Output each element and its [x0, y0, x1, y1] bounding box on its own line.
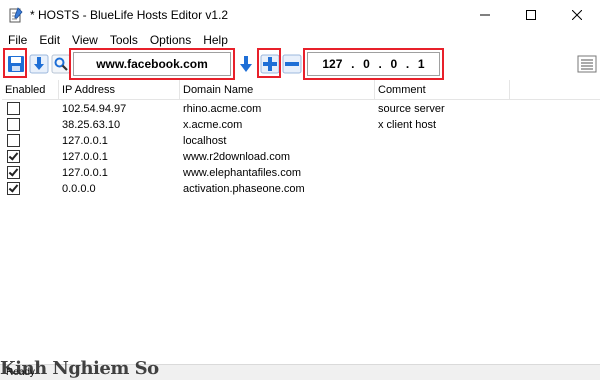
cell-ip-address: 38.25.63.10: [62, 119, 121, 131]
annotation-box-add: [257, 48, 281, 78]
title-bar: * HOSTS - BlueLife Hosts Editor v1.2: [0, 0, 600, 30]
menu-file[interactable]: File: [2, 33, 33, 47]
maximize-icon: [526, 10, 536, 20]
magnifier-icon: [51, 54, 71, 74]
cell-domain-name: activation.phaseone.com: [183, 183, 305, 195]
cell-comment: [375, 181, 510, 197]
close-icon: [572, 10, 582, 20]
cell-comment: [375, 165, 510, 181]
column-header-enabled[interactable]: Enabled: [2, 80, 59, 100]
column-header-comment[interactable]: Comment: [375, 80, 510, 100]
column-header-ip-address[interactable]: IP Address: [59, 80, 180, 100]
annotation-box-hostname: [69, 48, 235, 80]
column-header-domain-name[interactable]: Domain Name: [180, 80, 375, 100]
table-row[interactable]: 102.54.94.97 rhino.acme.com source server: [2, 101, 600, 117]
cell-domain-name: localhost: [183, 135, 227, 147]
apply-down-button[interactable]: [236, 54, 256, 74]
table-row[interactable]: 38.25.63.10 x.acme.com x client host: [2, 117, 600, 133]
list-view-button[interactable]: [577, 54, 597, 74]
checkbox-unchecked[interactable]: [7, 102, 20, 115]
list-icon: [577, 55, 597, 73]
cell-ip-address: 127.0.0.1: [62, 151, 108, 163]
table-header: Enabled IP Address Domain Name Comment: [2, 80, 600, 100]
minimize-icon: [480, 14, 490, 16]
minus-icon: [282, 54, 302, 74]
cell-ip-address: 127.0.0.1: [62, 135, 108, 147]
cell-enabled: [2, 165, 59, 181]
window-title: * HOSTS - BlueLife Hosts Editor v1.2: [30, 8, 229, 22]
cell-domain-name: www.elephantafiles.com: [183, 167, 302, 179]
cell-enabled: [2, 117, 59, 133]
cell-domain-name: www.r2download.com: [183, 151, 290, 163]
cell-comment: x client host: [378, 119, 437, 131]
cell-enabled: [2, 181, 59, 197]
menu-edit[interactable]: Edit: [33, 33, 66, 47]
hosts-table: Enabled IP Address Domain Name Comment 1…: [2, 80, 600, 360]
cell-enabled: [2, 149, 59, 165]
cell-ip-address: 127.0.0.1: [62, 167, 108, 179]
cell-comment: [375, 133, 510, 149]
minimize-button[interactable]: [462, 0, 508, 30]
cell-domain-name: x.acme.com: [183, 119, 243, 131]
cell-enabled: [2, 101, 59, 117]
checkbox-checked[interactable]: [7, 150, 20, 163]
menu-bar: File Edit View Tools Options Help: [0, 30, 600, 50]
check-icon: [8, 166, 19, 177]
cell-ip-address: 102.54.94.97: [62, 103, 127, 115]
menu-options[interactable]: Options: [144, 33, 197, 47]
column-header-empty: [510, 80, 600, 100]
cell-enabled: [2, 133, 59, 149]
menu-tools[interactable]: Tools: [104, 33, 144, 47]
check-icon: [8, 182, 19, 193]
cell-comment: [375, 149, 510, 165]
table-row[interactable]: 0.0.0.0 activation.phaseone.com: [2, 181, 600, 197]
watermark-text: Kinh Nghiem So: [0, 358, 159, 379]
search-button[interactable]: [51, 54, 71, 74]
cell-domain-name: rhino.acme.com: [183, 103, 262, 115]
arrow-down-icon: [240, 56, 252, 72]
table-body: 102.54.94.97 rhino.acme.com source server 3…: [2, 101, 600, 197]
cell-comment: source server: [378, 103, 445, 115]
checkbox-checked[interactable]: [7, 182, 20, 195]
table-row[interactable]: 127.0.0.1 www.r2download.com: [2, 149, 600, 165]
checkbox-unchecked[interactable]: [7, 134, 20, 147]
menu-help[interactable]: Help: [197, 33, 234, 47]
maximize-button[interactable]: [508, 0, 554, 30]
remove-entry-button[interactable]: [282, 54, 302, 74]
annotation-box-save: [3, 48, 27, 78]
table-row[interactable]: 127.0.0.1 www.elephantafiles.com: [2, 165, 600, 181]
close-button[interactable]: [554, 0, 600, 30]
table-row[interactable]: 127.0.0.1 localhost: [2, 133, 600, 149]
cell-ip-address: 0.0.0.0: [62, 183, 96, 195]
checkbox-checked[interactable]: [7, 166, 20, 179]
download-button[interactable]: [29, 54, 49, 74]
menu-view[interactable]: View: [66, 33, 104, 47]
notepad-app-icon: [8, 7, 24, 23]
annotation-box-ip: [303, 48, 444, 80]
arrow-down-icon: [29, 54, 49, 74]
checkbox-unchecked[interactable]: [7, 118, 20, 131]
check-icon: [8, 150, 19, 161]
